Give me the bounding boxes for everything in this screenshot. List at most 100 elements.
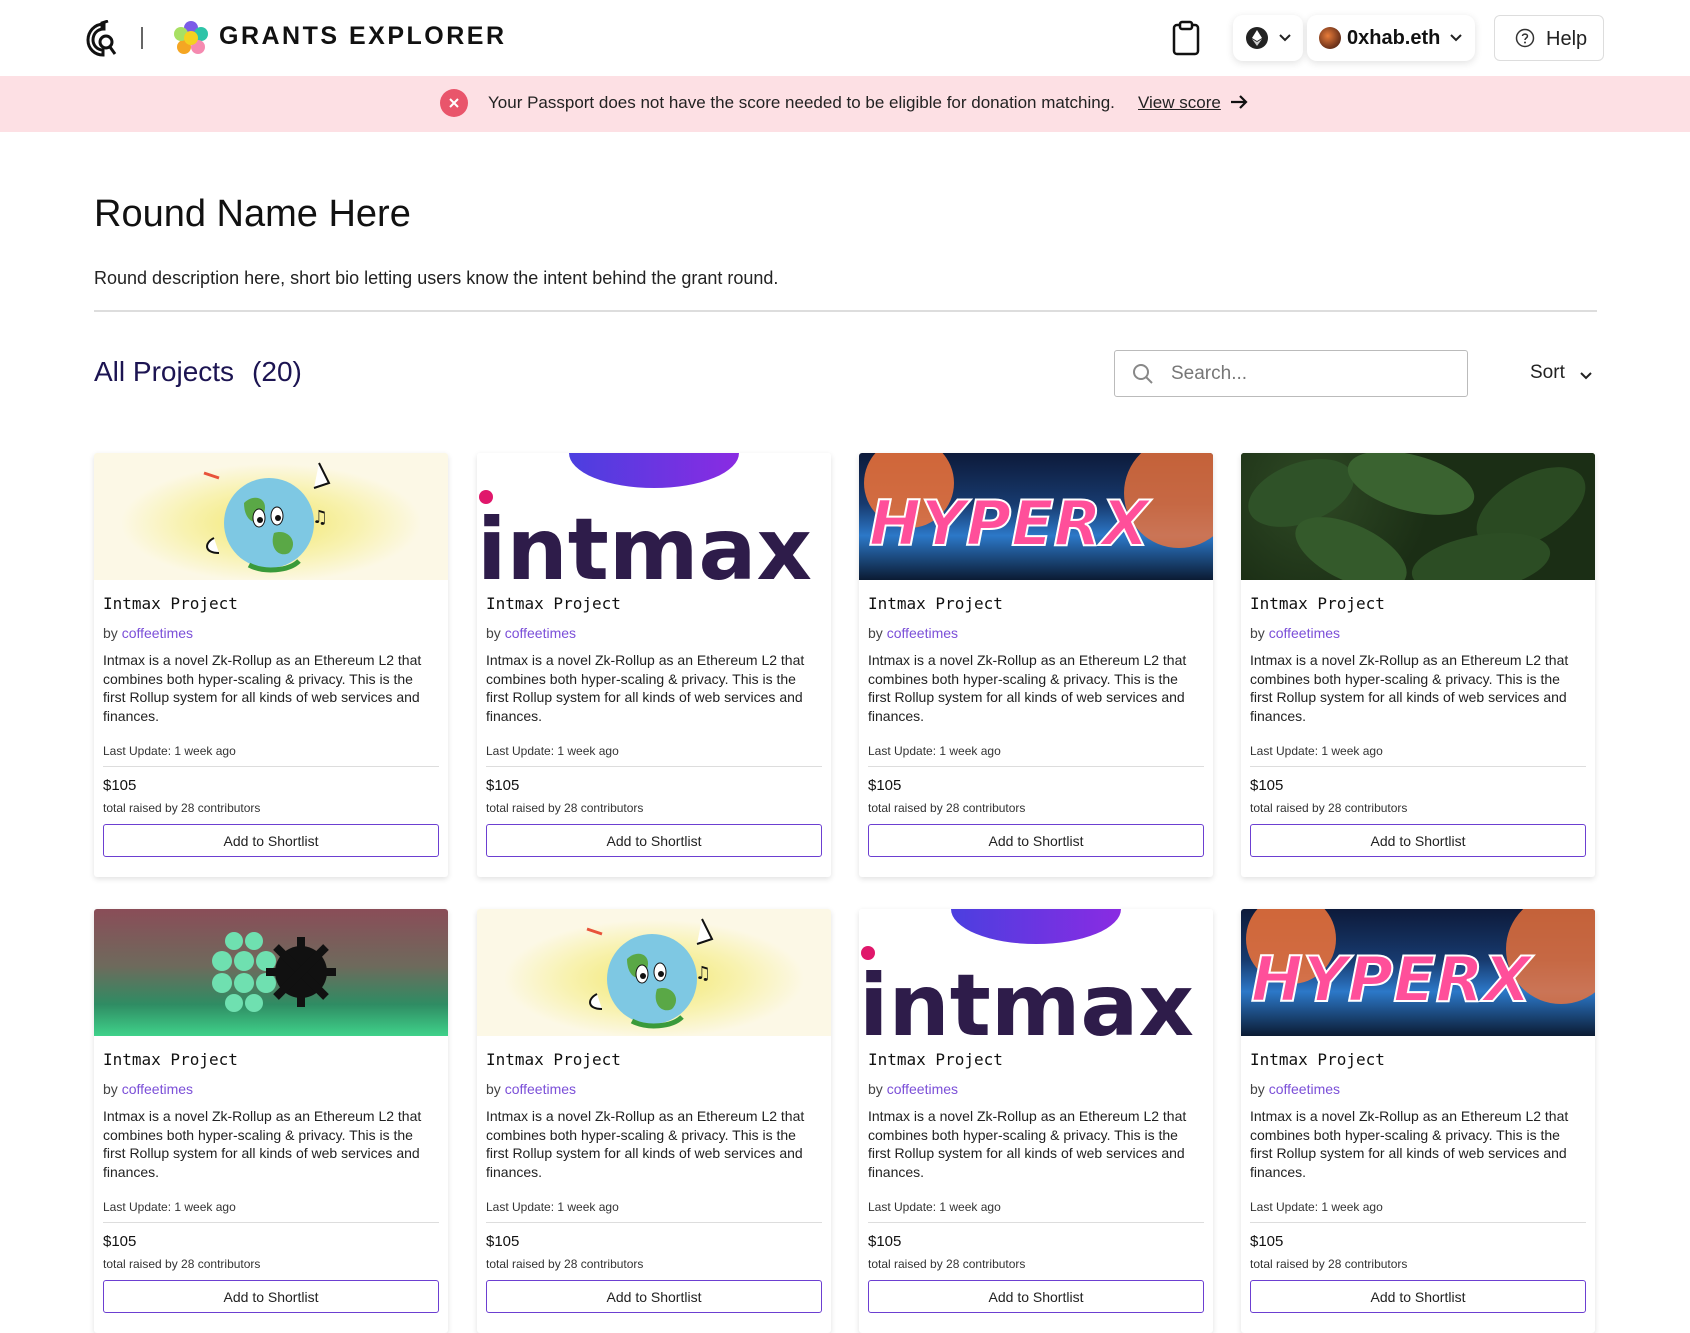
chevron-down-icon: [1450, 34, 1462, 42]
chevron-down-icon: [1580, 372, 1592, 380]
projects-heading: All Projects (20): [94, 356, 302, 388]
card-divider: [486, 766, 822, 767]
amount-raised: $105: [103, 1233, 137, 1250]
project-title[interactable]: Intmax Project: [868, 1050, 1003, 1069]
project-owner-link[interactable]: coffeetimes: [1269, 1081, 1340, 1097]
project-description: Intmax is a novel Zk-Rollup as an Ethere…: [868, 1108, 1187, 1180]
project-banner-image[interactable]: ♫: [94, 453, 448, 580]
contributors-text: total raised by 28 contributors: [1250, 801, 1408, 815]
card-divider: [1250, 766, 1586, 767]
intmax-logo-text: intmax: [859, 956, 1194, 1036]
add-to-shortlist-button[interactable]: Add to Shortlist: [868, 1280, 1204, 1313]
contributors-text: total raised by 28 contributors: [486, 801, 644, 815]
project-title[interactable]: Intmax Project: [868, 594, 1003, 613]
amount-raised: $105: [868, 777, 902, 794]
amount-raised: $105: [1250, 1233, 1284, 1250]
card-divider: [1250, 1222, 1586, 1223]
project-banner-image[interactable]: [1241, 453, 1595, 580]
project-card[interactable]: intmax Intmax Project by coffeetimes Int…: [477, 453, 831, 877]
last-update: Last Update: 1 week ago: [868, 1200, 1001, 1214]
project-owner-link[interactable]: coffeetimes: [122, 625, 193, 641]
add-to-shortlist-button[interactable]: Add to Shortlist: [103, 1280, 439, 1313]
project-description: Intmax is a novel Zk-Rollup as an Ethere…: [103, 652, 422, 724]
add-to-shortlist-button[interactable]: Add to Shortlist: [1250, 1280, 1586, 1313]
project-banner-image[interactable]: ♫: [477, 909, 831, 1036]
banner-message: Your Passport does not have the score ne…: [488, 93, 1115, 112]
divider: [94, 310, 1597, 312]
project-card[interactable]: intmax Intmax Project by coffeetimes Int…: [859, 909, 1213, 1333]
by-label: by: [103, 625, 118, 641]
contributors-text: total raised by 28 contributors: [868, 1257, 1026, 1271]
network-selector[interactable]: [1233, 15, 1303, 61]
add-to-shortlist-button[interactable]: Add to Shortlist: [868, 824, 1204, 857]
project-owner-link[interactable]: coffeetimes: [122, 1081, 193, 1097]
clipboard-icon[interactable]: [1169, 20, 1203, 56]
project-owner-line: by coffeetimes: [486, 625, 576, 641]
project-owner-link[interactable]: coffeetimes: [887, 625, 958, 641]
project-title[interactable]: Intmax Project: [103, 1050, 238, 1069]
project-description: Intmax is a novel Zk-Rollup as an Ethere…: [486, 652, 805, 724]
project-card[interactable]: ♫ Intmax Project by coffeetimes Intmax i…: [94, 453, 448, 877]
add-to-shortlist-button[interactable]: Add to Shortlist: [486, 824, 822, 857]
project-description: Intmax is a novel Zk-Rollup as an Ethere…: [103, 1108, 422, 1180]
account-menu[interactable]: 0xhab.eth: [1307, 15, 1475, 61]
project-card[interactable]: Intmax Project by coffeetimes Intmax is …: [94, 909, 448, 1333]
last-update: Last Update: 1 week ago: [1250, 744, 1383, 758]
project-banner-image[interactable]: intmax: [477, 453, 831, 580]
add-to-shortlist-button[interactable]: Add to Shortlist: [103, 824, 439, 857]
project-description: Intmax is a novel Zk-Rollup as an Ethere…: [1250, 652, 1569, 724]
project-owner-link[interactable]: coffeetimes: [1269, 625, 1340, 641]
contributors-text: total raised by 28 contributors: [868, 801, 1026, 815]
hyperx-logo-text: HYPERX: [1251, 943, 1534, 1016]
project-title[interactable]: Intmax Project: [103, 594, 238, 613]
search-input[interactable]: [1169, 359, 1453, 389]
project-card[interactable]: Intmax Project by coffeetimes Intmax is …: [1241, 453, 1595, 877]
project-owner-line: by coffeetimes: [868, 625, 958, 641]
last-update: Last Update: 1 week ago: [103, 1200, 236, 1214]
project-title[interactable]: Intmax Project: [1250, 594, 1385, 613]
view-score-link[interactable]: View score: [1138, 93, 1221, 113]
gitcoin-logo-icon[interactable]: [84, 20, 118, 58]
by-label: by: [486, 1081, 501, 1097]
search-box[interactable]: [1114, 350, 1468, 397]
project-card[interactable]: ♫ Intmax Project by coffeetimes Intmax i…: [477, 909, 831, 1333]
project-owner-link[interactable]: coffeetimes: [505, 625, 576, 641]
project-owner-link[interactable]: coffeetimes: [887, 1081, 958, 1097]
add-to-shortlist-button[interactable]: Add to Shortlist: [486, 1280, 822, 1313]
project-title[interactable]: Intmax Project: [486, 1050, 621, 1069]
project-owner-line: by coffeetimes: [1250, 1081, 1340, 1097]
project-title[interactable]: Intmax Project: [486, 594, 621, 613]
amount-raised: $105: [1250, 777, 1284, 794]
ethereum-icon: [1246, 27, 1268, 49]
project-title[interactable]: Intmax Project: [1250, 1050, 1385, 1069]
contributors-text: total raised by 28 contributors: [103, 1257, 261, 1271]
add-to-shortlist-button[interactable]: Add to Shortlist: [1250, 824, 1586, 857]
project-owner-link[interactable]: coffeetimes: [505, 1081, 576, 1097]
intmax-logo-text: intmax: [477, 500, 812, 580]
project-card[interactable]: HYPERX Intmax Project by coffeetimes Int…: [1241, 909, 1595, 1333]
project-owner-line: by coffeetimes: [103, 625, 193, 641]
logo-separator: [141, 27, 143, 49]
project-card[interactable]: HYPERX Intmax Project by coffeetimes Int…: [859, 453, 1213, 877]
project-banner-image[interactable]: intmax: [859, 909, 1213, 1036]
last-update: Last Update: 1 week ago: [1250, 1200, 1383, 1214]
card-divider: [868, 766, 1204, 767]
last-update: Last Update: 1 week ago: [486, 744, 619, 758]
contributors-text: total raised by 28 contributors: [1250, 1257, 1408, 1271]
card-divider: [103, 1222, 439, 1223]
close-circle-icon: [440, 89, 468, 117]
projects-count: (20): [252, 356, 302, 387]
top-nav: GRANTS EXPLORER 0xhab.eth Help: [0, 0, 1690, 76]
project-banner-image[interactable]: HYPERX: [859, 453, 1213, 580]
svg-text:♫: ♫: [695, 963, 711, 984]
hyperx-logo-text: HYPERX: [869, 487, 1152, 560]
sort-label: Sort: [1530, 362, 1565, 383]
help-button[interactable]: Help: [1494, 15, 1604, 61]
by-label: by: [1250, 1081, 1265, 1097]
sort-dropdown[interactable]: Sort: [1530, 362, 1592, 384]
project-banner-image[interactable]: [94, 909, 448, 1036]
arrow-right-icon[interactable]: [1228, 91, 1250, 113]
project-owner-line: by coffeetimes: [103, 1081, 193, 1097]
project-banner-image[interactable]: HYPERX: [1241, 909, 1595, 1036]
account-name: 0xhab.eth: [1347, 27, 1441, 49]
